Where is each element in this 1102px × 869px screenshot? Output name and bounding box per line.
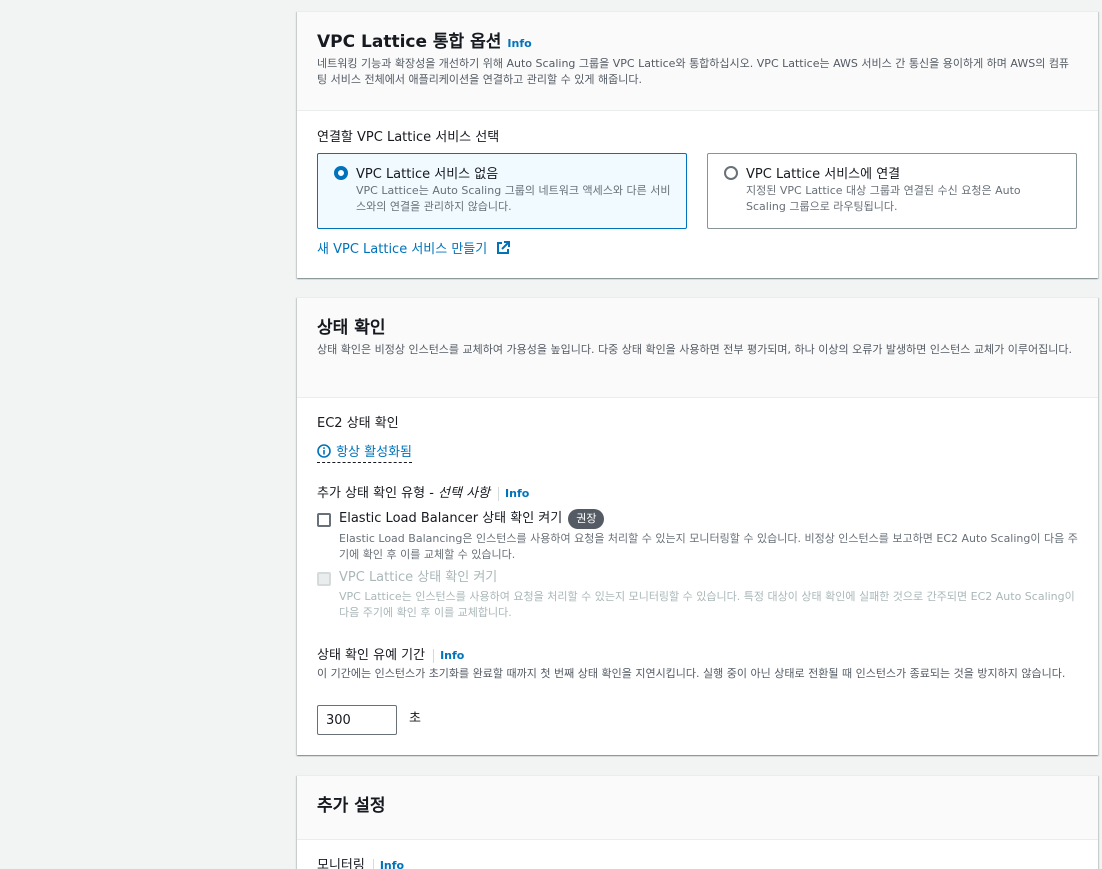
lattice-option-attach-label: VPC Lattice 서비스에 연결 <box>746 167 901 182</box>
grace-period-info-link[interactable]: Info <box>440 649 464 662</box>
ec2-health-status[interactable]: 항상 활성화됨 <box>317 441 412 463</box>
vpc-lattice-info-link[interactable]: Info <box>507 37 531 50</box>
monitoring-label: 모니터링 <box>317 858 365 869</box>
create-lattice-service-link[interactable]: 새 VPC Lattice 서비스 만들기 <box>317 238 511 257</box>
vpc-lattice-title: VPC Lattice 통합 옵션 <box>317 32 502 52</box>
lattice-select-label: 연결할 VPC Lattice 서비스 선택 <box>317 130 500 145</box>
lattice-health-desc: VPC Lattice는 인스턴스를 사용하여 요청을 처리할 수 있는지 모니… <box>339 590 1075 619</box>
external-link-icon <box>497 241 511 254</box>
elb-health-checkbox[interactable] <box>317 513 331 527</box>
ec2-health-label: EC2 상태 확인 <box>317 416 399 431</box>
health-check-description: 상태 확인은 비정상 인스턴스를 교체하여 가용성을 높입니다. 다중 상태 확… <box>317 343 1072 356</box>
lattice-option-none-label: VPC Lattice 서비스 없음 <box>356 167 499 182</box>
additional-health-info-link[interactable]: Info <box>505 487 529 500</box>
grace-period-unit: 초 <box>409 711 421 726</box>
monitoring-label-row: 모니터링 Info <box>317 857 404 869</box>
optional-text: 선택 사항 <box>438 486 491 501</box>
radio-unselected-icon[interactable] <box>724 166 738 180</box>
grace-period-label: 상태 확인 유예 기간 <box>317 648 426 663</box>
additional-health-type-text: 추가 상태 확인 유형 - <box>317 486 439 501</box>
additional-settings-header: 추가 설정 <box>297 776 1098 840</box>
lattice-health-label: VPC Lattice 상태 확인 켜기 <box>339 570 498 585</box>
recommended-badge: 권장 <box>568 509 605 529</box>
vpc-lattice-panel: VPC Lattice 통합 옵션 Info 네트워킹 기능과 확장성을 개선하기… <box>297 11 1098 278</box>
grace-period-input[interactable] <box>317 705 397 735</box>
elb-health-desc: Elastic Load Balancing은 인스턴스를 사용하여 요청을 처… <box>339 532 1078 561</box>
lattice-option-attach-desc: 지정된 VPC Lattice 대상 그룹과 연결된 수신 요청은 Auto S… <box>746 184 1021 213</box>
health-check-title: 상태 확인 <box>317 318 386 338</box>
info-circle-icon <box>317 444 331 458</box>
elb-health-label: Elastic Load Balancer 상태 확인 켜기 <box>339 511 563 526</box>
radio-selected-icon[interactable] <box>334 166 348 180</box>
lattice-option-none[interactable]: VPC Lattice 서비스 없음 VPC Lattice는 Auto Sca… <box>317 153 687 229</box>
additional-health-type-label: 추가 상태 확인 유형 - 선택 사항 Info <box>317 485 529 503</box>
divider <box>372 858 374 869</box>
health-check-header: 상태 확인 상태 확인은 비정상 인스턴스를 교체하여 가용성을 높입니다. 다… <box>297 298 1098 398</box>
elb-health-label-row[interactable]: Elastic Load Balancer 상태 확인 켜기 권장 <box>339 509 605 529</box>
vpc-lattice-description: 네트워킹 기능과 확장성을 개선하기 위해 Auto Scaling 그룹을 V… <box>317 57 1070 86</box>
lattice-health-checkbox <box>317 572 331 586</box>
ec2-health-status-text: 항상 활성화됨 <box>336 445 412 460</box>
grace-period-label-row: 상태 확인 유예 기간 Info <box>317 647 464 665</box>
lattice-option-attach[interactable]: VPC Lattice 서비스에 연결 지정된 VPC Lattice 대상 그… <box>707 153 1077 229</box>
grace-period-desc: 이 기간에는 인스턴스가 초기화를 완료할 때까지 첫 번째 상태 확인을 지연… <box>317 667 1066 680</box>
vpc-lattice-header: VPC Lattice 통합 옵션 Info 네트워킹 기능과 확장성을 개선하기… <box>297 12 1098 111</box>
health-check-panel: 상태 확인 상태 확인은 비정상 인스턴스를 교체하여 가용성을 높입니다. 다… <box>297 297 1098 755</box>
lattice-option-none-desc: VPC Lattice는 Auto Scaling 그룹의 네트워크 액세스와 … <box>356 184 671 213</box>
monitoring-info-link[interactable]: Info <box>380 859 404 869</box>
create-lattice-service-label[interactable]: 새 VPC Lattice 서비스 만들기 <box>317 242 487 257</box>
additional-settings-title: 추가 설정 <box>317 796 386 816</box>
divider <box>433 648 435 663</box>
additional-settings-panel: 추가 설정 모니터링 Info <box>297 775 1098 869</box>
divider <box>498 486 500 501</box>
